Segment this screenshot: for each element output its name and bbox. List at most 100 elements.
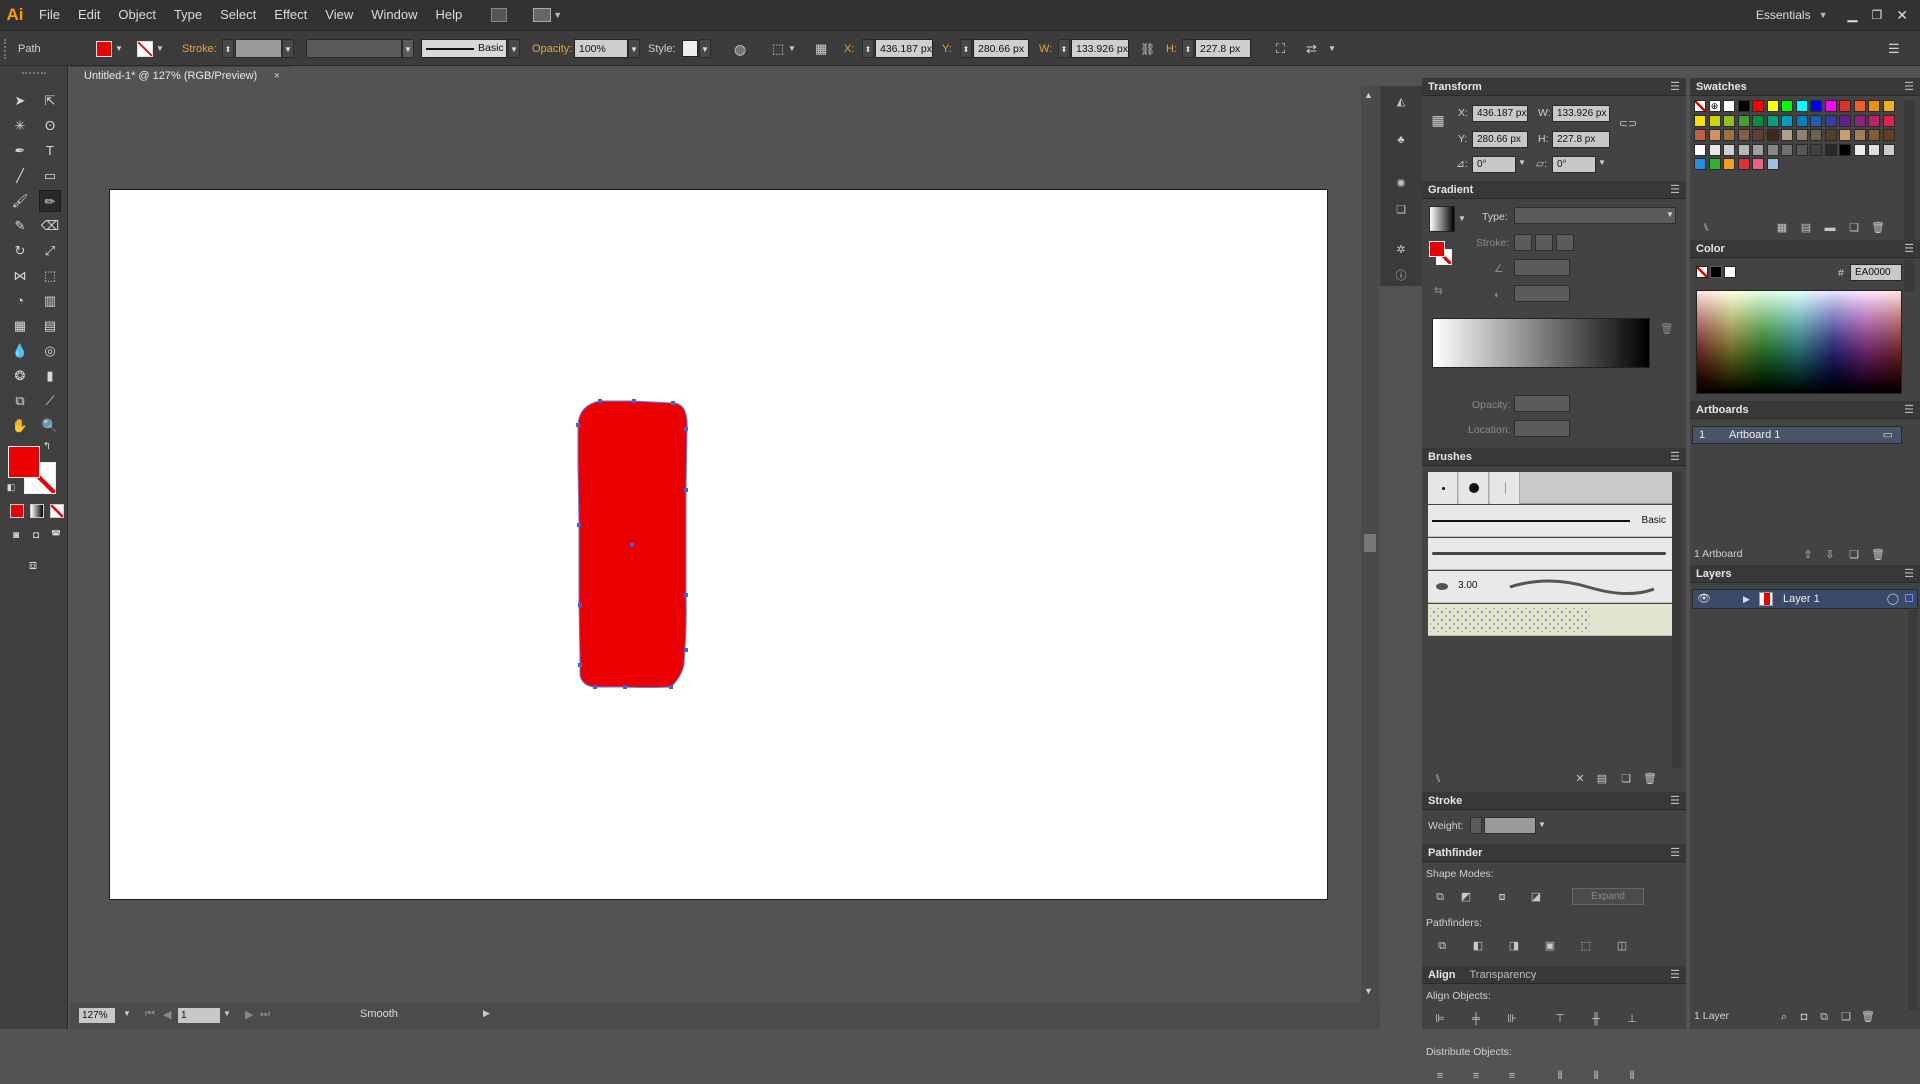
gradient-slider[interactable]	[1432, 318, 1650, 368]
previous-artboard-icon[interactable]: ◀	[163, 1008, 171, 1021]
swatch[interactable]	[1882, 143, 1895, 156]
isolate-icon[interactable]: ⇄	[1306, 40, 1317, 58]
stroke-weight-field[interactable]	[1484, 817, 1536, 834]
expand-arrow-icon[interactable]: ▶	[1743, 590, 1750, 608]
swatch[interactable]	[1708, 143, 1721, 156]
color-mode-icon[interactable]	[10, 504, 24, 518]
workspace-switcher[interactable]: Essentials	[1756, 8, 1811, 22]
outline-icon[interactable]: ⬚	[1576, 938, 1596, 954]
constrain-proportions-icon[interactable]: ⊂⊃	[1618, 116, 1638, 132]
w-label[interactable]: W:	[1039, 40, 1052, 58]
w-stepper[interactable]: ⬍	[1058, 39, 1070, 58]
scroll-down-icon[interactable]: ▼	[1364, 986, 1373, 996]
selected-path[interactable]	[570, 395, 750, 695]
pencil-tool-icon[interactable]: ✏	[39, 190, 61, 212]
chevron-down-icon[interactable]: ▼	[1538, 820, 1546, 829]
move-up-icon[interactable]: ⇧	[1798, 547, 1818, 563]
swatch[interactable]	[1795, 143, 1808, 156]
swatch[interactable]	[1752, 100, 1764, 112]
align-vcenter-icon[interactable]: ╫	[1586, 1011, 1606, 1027]
eraser-tool-icon[interactable]: ⌫	[39, 215, 61, 237]
eyedropper-tool-icon[interactable]: 💧	[9, 340, 31, 362]
width-tool-icon[interactable]: ⋈	[9, 265, 31, 287]
menu-file[interactable]: File	[30, 0, 69, 30]
scroll-thumb[interactable]	[1364, 534, 1376, 552]
brush-pattern-row[interactable]	[1428, 604, 1672, 636]
hand-tool-icon[interactable]: ✋	[9, 415, 31, 437]
default-fill-stroke-icon[interactable]: ◧	[4, 480, 18, 494]
blob-brush-tool-icon[interactable]: ✎	[9, 215, 31, 237]
remove-stroke-icon[interactable]: ✕	[1570, 771, 1590, 787]
chevron-down-icon[interactable]: ▼	[1598, 158, 1606, 167]
appearance-icon[interactable]: ✺	[1391, 176, 1411, 192]
direct-selection-tool-icon[interactable]: ⇱	[39, 90, 61, 112]
panel-menu-icon[interactable]: ☰	[1670, 78, 1680, 96]
swatch[interactable]	[1839, 143, 1851, 156]
gradient-swatch[interactable]	[1429, 206, 1455, 232]
column-graph-tool-icon[interactable]: ▮	[39, 365, 61, 387]
magic-wand-tool-icon[interactable]: ✳	[9, 115, 31, 137]
new-artboard-icon[interactable]: ❏	[1844, 547, 1864, 563]
swatch[interactable]	[1810, 143, 1822, 156]
align-to-icon[interactable]: ⬚	[772, 40, 784, 58]
gradient-location-field[interactable]	[1514, 420, 1570, 437]
y-label[interactable]: Y:	[942, 40, 952, 58]
draw-behind-icon[interactable]: ◘	[28, 528, 44, 544]
swatch[interactable]	[1810, 100, 1822, 112]
swatch[interactable]	[1694, 100, 1706, 112]
lasso-tool-icon[interactable]: ʘ	[39, 115, 61, 137]
gradient-reverse-icon[interactable]: ⇆	[1434, 285, 1443, 297]
scale-tool-icon[interactable]: ⤢	[39, 240, 61, 262]
swatch[interactable]	[1824, 114, 1837, 127]
swatches-scrollbar[interactable]	[1904, 100, 1914, 292]
rotate-tool-icon[interactable]: ↻	[9, 240, 31, 262]
last-artboard-icon[interactable]: ⏭	[260, 1008, 270, 1021]
gradient-mode-icon[interactable]	[30, 504, 44, 518]
paintbrush-tool-icon[interactable]: 🖌	[9, 190, 31, 212]
scroll-up-icon[interactable]: ▲	[1364, 90, 1373, 100]
perspective-grid-tool-icon[interactable]: ▥	[39, 290, 61, 312]
layers-scrollbar[interactable]	[1908, 610, 1918, 1010]
new-color-group-icon[interactable]: ▬	[1820, 220, 1840, 236]
distribute-hcenter-icon[interactable]: ⫴	[1586, 1068, 1606, 1084]
stroke-panel-header[interactable]: Stroke ☰	[1422, 792, 1686, 810]
swatch[interactable]	[1824, 100, 1837, 112]
swatch[interactable]	[1708, 129, 1721, 141]
selection-tool-icon[interactable]: ➤	[9, 90, 31, 112]
artboards-panel-header[interactable]: Artboards ☰	[1690, 401, 1920, 419]
brush-options-icon[interactable]: ▤	[1592, 771, 1612, 787]
minus-back-icon[interactable]: ◫	[1612, 938, 1632, 954]
stroke-swatch[interactable]	[137, 41, 153, 57]
swatch[interactable]	[1766, 114, 1779, 127]
stroke-within-icon[interactable]	[1514, 234, 1532, 251]
chevron-down-icon[interactable]: ▼	[223, 1009, 231, 1018]
swatch[interactable]	[1752, 143, 1764, 156]
link-icon[interactable]: ⛓	[1140, 40, 1155, 58]
type-tool-icon[interactable]: T	[39, 140, 61, 162]
distribute-bottom-icon[interactable]: ≡	[1502, 1068, 1522, 1084]
transform-y-field[interactable]: 280.66 px	[1472, 131, 1528, 148]
chevron-down-icon[interactable]: ▼	[1518, 158, 1526, 167]
chevron-down-icon[interactable]: ▼	[115, 40, 123, 58]
brush-charcoal-row[interactable]	[1428, 538, 1672, 570]
gradient-panel-header[interactable]: Gradient ☰	[1422, 181, 1686, 199]
swatch[interactable]	[1766, 129, 1779, 141]
pathfinder-panel-header[interactable]: Pathfinder ☰	[1422, 844, 1686, 862]
swatch[interactable]	[1868, 143, 1880, 156]
shape-builder-tool-icon[interactable]: ◔	[9, 290, 31, 312]
brushes-scrollbar[interactable]	[1672, 472, 1682, 768]
swatch[interactable]	[1723, 100, 1735, 112]
chevron-down-icon[interactable]: ▼	[1458, 214, 1466, 223]
x-label[interactable]: X:	[844, 40, 854, 58]
swatch[interactable]	[1694, 129, 1706, 141]
swatch[interactable]	[1723, 129, 1735, 141]
align-left-icon[interactable]: ⊫	[1430, 1011, 1450, 1027]
swatch[interactable]: ⊕	[1708, 100, 1721, 112]
artboard-number-field[interactable]: 1	[178, 1008, 220, 1023]
show-swatch-kinds-icon[interactable]: ▦	[1772, 220, 1792, 236]
close-icon[interactable]: ✕	[1896, 7, 1908, 24]
swatch[interactable]	[1694, 114, 1706, 127]
chevron-down-icon[interactable]: ▼	[282, 39, 294, 58]
status-menu-icon[interactable]: ▶	[483, 1008, 490, 1019]
swatches-panel-header[interactable]: Swatches ☰	[1690, 78, 1920, 96]
